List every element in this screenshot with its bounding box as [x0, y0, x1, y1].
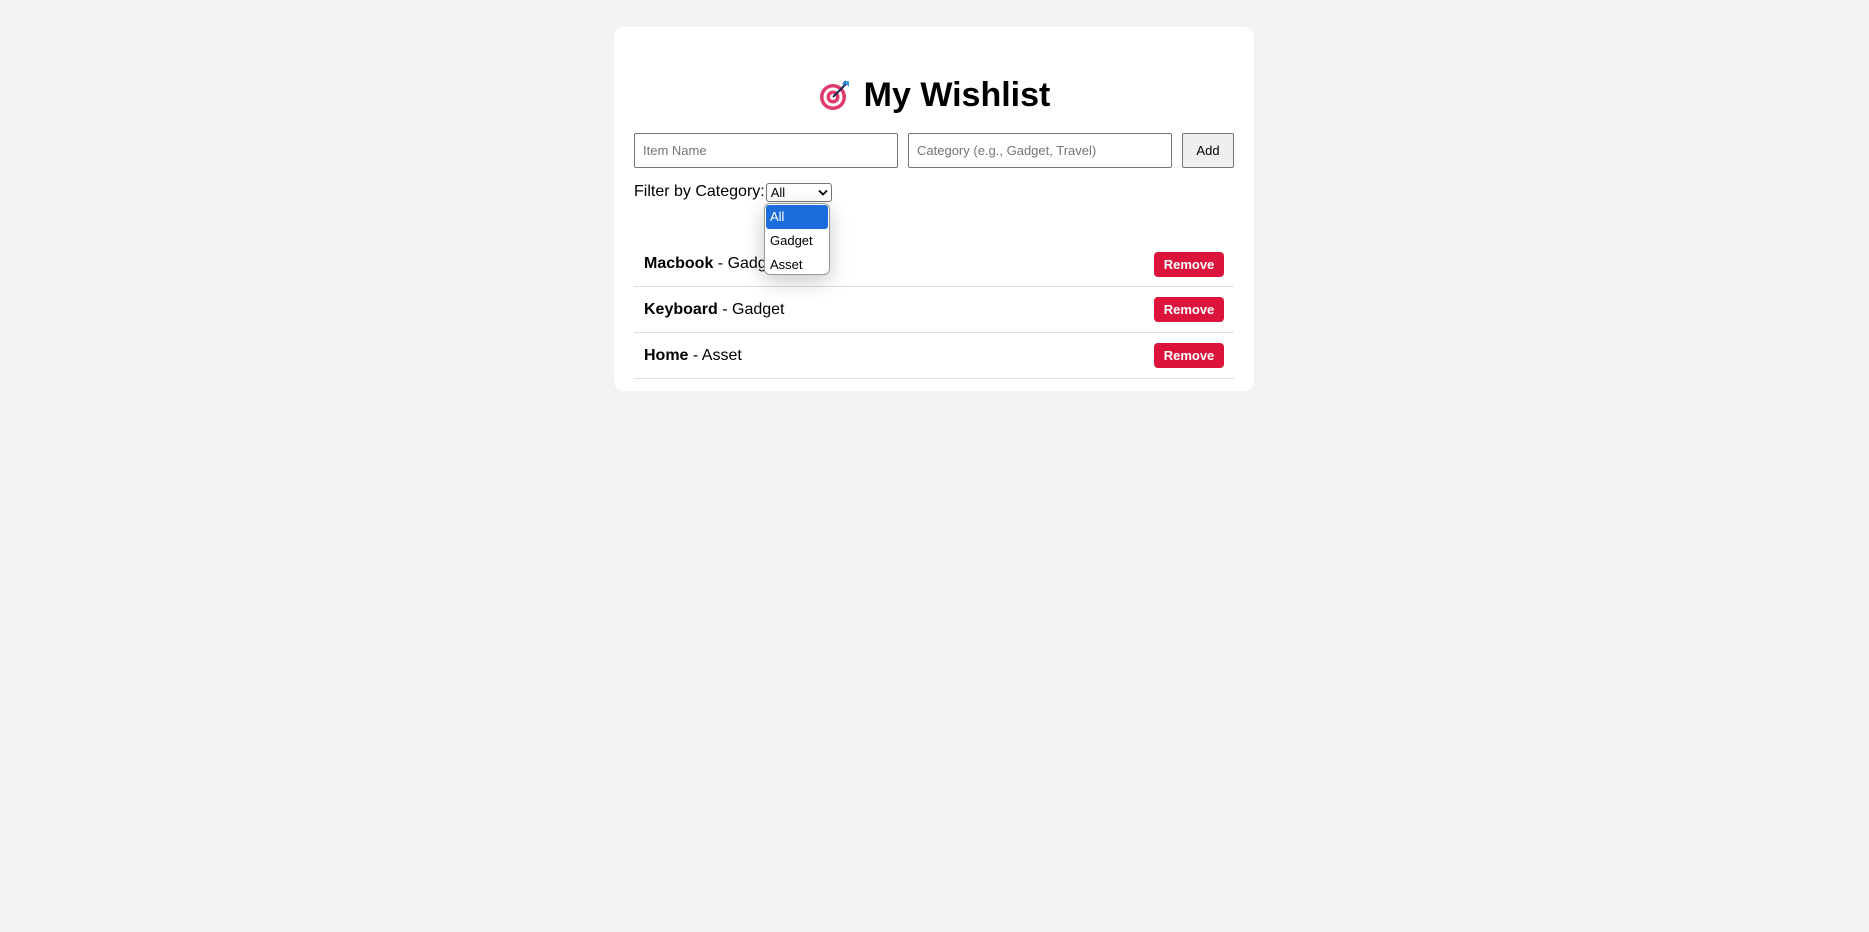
dropdown-option-gadget[interactable]: Gadget: [766, 229, 828, 253]
remove-button[interactable]: Remove: [1154, 251, 1224, 277]
target-dart-icon: [818, 78, 852, 112]
item-name-input[interactable]: [634, 133, 898, 168]
list-item: Home - Asset Remove: [634, 333, 1234, 379]
list-item: Macbook - Gadget Remove: [634, 242, 1234, 287]
category-select-value: All: [770, 184, 786, 200]
item-name: Home: [644, 346, 689, 364]
wishlist-card: My Wishlist Add Filter by Category: All …: [614, 27, 1254, 391]
page-header: My Wishlist: [614, 74, 1254, 116]
item-category: Asset: [701, 346, 742, 364]
item-text: Macbook - Gadget: [644, 255, 780, 273]
wishlist-items: Macbook - Gadget Remove Keyboard - Gadge…: [634, 242, 1234, 379]
chevron-down-icon: [818, 189, 828, 196]
remove-button[interactable]: Remove: [1154, 343, 1224, 368]
add-item-form: Add: [634, 133, 1234, 168]
dropdown-option-all[interactable]: All: [766, 205, 828, 229]
item-separator: -: [717, 300, 733, 318]
add-button[interactable]: Add: [1182, 133, 1234, 168]
remove-button[interactable]: Remove: [1154, 297, 1224, 322]
dropdown-option-asset[interactable]: Asset: [766, 253, 828, 274]
filter-label: Filter by Category:: [634, 183, 765, 200]
item-name: Macbook: [644, 255, 714, 272]
category-dropdown-menu: All Gadget Asset: [764, 203, 830, 275]
item-text: Home - Asset: [644, 347, 742, 365]
category-input[interactable]: [908, 133, 1172, 168]
item-name: Keyboard: [644, 300, 718, 318]
category-filter: Filter by Category: All: [634, 182, 832, 202]
item-separator: -: [713, 255, 728, 272]
item-separator: -: [688, 346, 702, 364]
list-item: Keyboard - Gadget Remove: [634, 287, 1234, 333]
item-text: Keyboard - Gadget: [644, 301, 785, 319]
page-title: My Wishlist: [863, 75, 1051, 114]
category-select[interactable]: All: [765, 182, 832, 202]
item-category: Gadget: [732, 300, 785, 318]
